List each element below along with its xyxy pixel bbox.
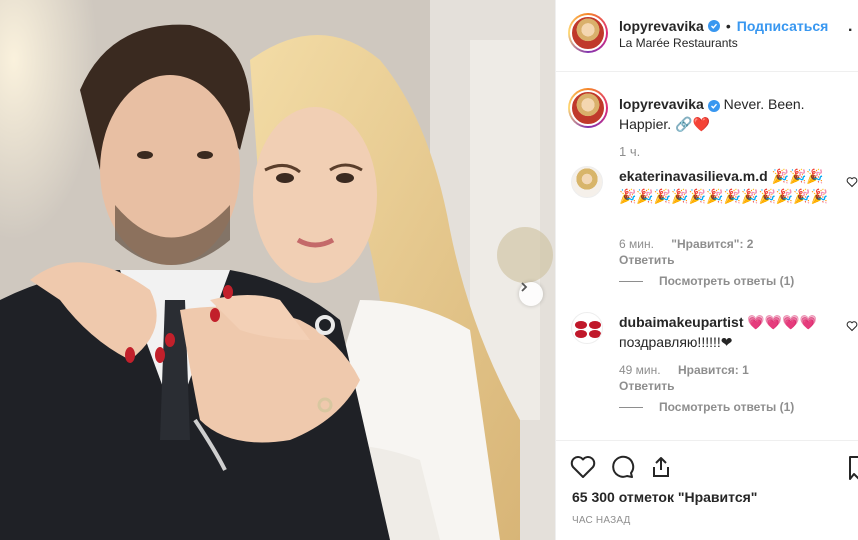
comment-item: ekaterinavasilieva.m.d 🎉🎉🎉🎉🎉🎉🎉🎉🎉🎉🎉🎉🎉🎉🎉: [619, 166, 839, 206]
post-caption: lopyrevavika Never. Been. Happier. 🔗❤️: [619, 94, 847, 134]
comment-bubble-icon[interactable]: [609, 455, 635, 479]
post-side-panel: lopyrevavika • Подписаться La Marée Rest…: [555, 0, 858, 540]
comment-meta: 6 мин. "Нравится": 2 Ответить: [619, 236, 767, 268]
comment-like-heart-icon[interactable]: [846, 320, 858, 332]
reply-button[interactable]: Ответить: [619, 252, 753, 268]
caption-username[interactable]: lopyrevavika: [619, 96, 704, 112]
share-icon[interactable]: [649, 455, 673, 479]
more-options-icon[interactable]: .: [848, 18, 852, 36]
caption-time[interactable]: 1 ч.: [619, 144, 640, 159]
post-timestamp[interactable]: ЧАС НАЗАД: [572, 515, 631, 526]
comment-like-heart-icon[interactable]: [846, 176, 858, 188]
comment-meta: 49 мин. Нравится: 1 Ответить: [619, 362, 763, 394]
view-replies-button[interactable]: Посмотреть ответы (1): [619, 274, 794, 288]
author-avatar[interactable]: [568, 13, 608, 53]
view-replies-label: Посмотреть ответы (1): [659, 400, 795, 414]
view-replies-button[interactable]: Посмотреть ответы (1): [619, 400, 794, 414]
view-replies-label: Посмотреть ответы (1): [659, 274, 795, 288]
comment-likes[interactable]: "Нравится": 2: [671, 237, 753, 251]
lips-logo-icon: [575, 321, 601, 338]
next-photo-button[interactable]: [519, 282, 543, 306]
separator-dot: •: [725, 18, 731, 34]
post-photo[interactable]: [0, 0, 555, 540]
comment-time[interactable]: 6 мин.: [619, 237, 654, 251]
commenter-avatar[interactable]: [571, 312, 603, 344]
likes-count[interactable]: 65 300 отметок "Нравится": [572, 489, 757, 505]
commenter-avatar[interactable]: [571, 166, 603, 198]
chevron-right-icon: [521, 282, 528, 292]
comment-username[interactable]: ekaterinavasilieva.m.d: [619, 168, 768, 184]
caption-author-avatar[interactable]: [568, 88, 608, 128]
comment-likes[interactable]: Нравится: 1: [678, 363, 749, 377]
post-actions: 65 300 отметок "Нравится" ЧАС НАЗАД: [556, 440, 858, 540]
verified-badge-icon: [707, 20, 720, 32]
post-header: lopyrevavika • Подписаться La Marée Rest…: [556, 0, 858, 72]
author-username[interactable]: lopyrevavika: [619, 18, 704, 34]
header-user-line: lopyrevavika • Подписаться: [619, 18, 828, 34]
comment-time[interactable]: 49 мин.: [619, 363, 661, 377]
follow-button[interactable]: Подписаться: [737, 18, 829, 34]
divider-line: [619, 406, 643, 408]
divider-line: [619, 280, 643, 282]
post-location[interactable]: La Marée Restaurants: [619, 36, 738, 50]
reply-button[interactable]: Ответить: [619, 378, 749, 394]
comment-item: dubaimakeupartist 💗💗💗💗 поздравляю!!!!!!❤: [619, 312, 839, 352]
verified-badge-icon: [707, 100, 720, 112]
save-bookmark-icon[interactable]: [849, 455, 858, 481]
photo-illustration: [0, 0, 555, 540]
like-heart-icon[interactable]: [570, 455, 596, 479]
comment-username[interactable]: dubaimakeupartist: [619, 314, 743, 330]
